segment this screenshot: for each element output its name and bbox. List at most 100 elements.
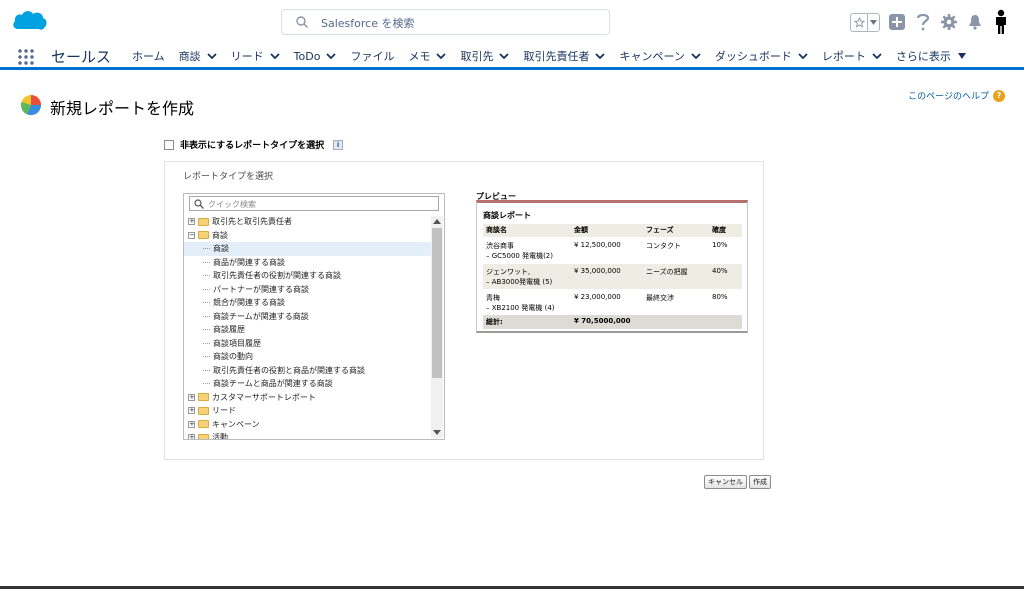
nav-item-label[interactable]: メモ — [408, 48, 430, 64]
chevron-down-icon[interactable] — [207, 52, 217, 60]
preview-header-row: 商談名 金額 フェーズ 確度 — [483, 224, 742, 237]
caret-down-icon[interactable] — [868, 14, 879, 31]
tree-scrollbar[interactable] — [431, 216, 443, 438]
expand-icon[interactable]: + — [188, 407, 195, 415]
tree-item-label[interactable]: 商談の動向 — [213, 351, 253, 362]
nav-item-label[interactable]: 商談 — [179, 48, 201, 64]
expand-icon[interactable]: + — [188, 434, 195, 439]
hidden-report-types-checkbox[interactable] — [164, 139, 174, 150]
nav-item[interactable]: 取引先 — [460, 48, 510, 64]
chevron-down-icon[interactable] — [326, 52, 337, 60]
chevron-down-icon[interactable] — [270, 52, 280, 60]
nav-item[interactable]: ファイル — [350, 48, 394, 64]
cancel-button[interactable]: キャンセル — [704, 475, 747, 489]
nav-item[interactable]: ToDo — [294, 50, 337, 63]
nav-item[interactable]: レポート — [822, 48, 882, 64]
nav-item-label[interactable]: さらに表示 — [896, 48, 951, 64]
chevron-down-icon[interactable] — [691, 52, 701, 60]
expand-icon[interactable]: + — [188, 393, 195, 401]
tree-item-label[interactable]: 商談 — [213, 243, 229, 254]
tree-item[interactable]: 商談チームが関連する商談 — [184, 310, 431, 324]
tree-item[interactable]: 競合が関連する商談 — [184, 296, 431, 310]
tree-item[interactable]: パートナーが関連する商談 — [184, 283, 431, 297]
quick-search-input[interactable]: クイック検索 — [189, 196, 439, 211]
tree-folder[interactable]: + リード — [184, 404, 431, 418]
avatar[interactable] — [992, 9, 1010, 35]
tree-folder[interactable]: + キャンペーン — [184, 418, 431, 432]
nav-item[interactable]: 商談 — [179, 48, 217, 64]
info-icon[interactable]: i — [333, 139, 344, 150]
nav-item-label[interactable]: リード — [231, 48, 264, 64]
tree-item[interactable]: 商談 — [184, 242, 431, 256]
collapse-icon[interactable]: − — [188, 231, 195, 239]
tree-folder[interactable]: + 取引先と取引先責任者 — [184, 215, 431, 229]
favorites-button[interactable] — [850, 12, 880, 32]
tree-folder[interactable]: − 商談 — [184, 229, 431, 243]
tree-item[interactable]: 商談チームと商品が関連する商談 — [184, 377, 431, 391]
nav-item-label[interactable]: ToDo — [294, 50, 321, 63]
nav-item-label[interactable]: 取引先 — [460, 48, 493, 64]
nav-item-label[interactable]: キャンペーン — [619, 48, 684, 64]
nav-item[interactable]: キャンペーン — [619, 48, 701, 64]
tree-item-label[interactable]: パートナーが関連する商談 — [213, 284, 309, 295]
tree-item-label[interactable]: 取引先責任者の役割と商品が関連する商談 — [213, 365, 365, 376]
scroll-up-arrow-icon[interactable] — [433, 219, 441, 224]
tree-item[interactable]: 取引先責任者の役割が関連する商談 — [184, 269, 431, 283]
help-icon[interactable] — [914, 13, 932, 31]
nav-item-label[interactable]: 取引先責任者 — [523, 48, 589, 64]
app-launcher-icon[interactable] — [18, 49, 34, 65]
tree-item-label[interactable]: 取引先責任者の役割が関連する商談 — [213, 270, 341, 281]
tree-item-label[interactable]: 商談項目履歴 — [213, 338, 261, 349]
nav-item[interactable]: リード — [231, 48, 280, 64]
scroll-down-arrow-icon[interactable] — [433, 430, 441, 435]
star-icon[interactable] — [851, 13, 868, 31]
tree-item-label[interactable]: リード — [212, 405, 236, 416]
nav-item[interactable]: さらに表示 — [896, 48, 967, 64]
tree-item[interactable]: 商談履歴 — [184, 323, 431, 337]
nav-item-label[interactable]: ホーム — [132, 48, 165, 64]
tree-item-label[interactable]: 商談 — [212, 230, 228, 241]
nav-item-label[interactable]: レポート — [822, 48, 866, 64]
tree-item[interactable]: 商品が関連する商談 — [184, 256, 431, 270]
tree-folder[interactable]: + 活動 — [184, 431, 431, 439]
preview-report-title: 商談レポート — [483, 211, 531, 220]
question-icon[interactable]: ? — [993, 89, 1005, 102]
chevron-down-icon[interactable] — [798, 52, 808, 60]
tree-item-label[interactable]: 商談チームが関連する商談 — [213, 311, 309, 322]
nav-item[interactable]: ダッシュボード — [715, 48, 808, 64]
global-search-input[interactable]: Salesforce を検索 — [281, 9, 610, 35]
tree-item-label[interactable]: 取引先と取引先責任者 — [212, 216, 292, 227]
chevron-down-icon[interactable] — [872, 52, 882, 60]
nav-item-label[interactable]: ファイル — [350, 48, 394, 64]
tree-folder[interactable]: + カスタマーサポートレポート — [184, 391, 431, 405]
chevron-down-icon[interactable] — [499, 52, 510, 60]
create-button[interactable]: 作成 — [749, 475, 771, 489]
chevron-down-icon[interactable] — [436, 52, 447, 60]
expand-icon[interactable]: + — [188, 218, 195, 226]
caret-down-icon[interactable] — [957, 52, 967, 60]
page-help-link[interactable]: このページのヘルプ ? — [908, 89, 1005, 102]
tree-item-label[interactable]: 活動 — [212, 432, 228, 439]
hidden-report-types-label[interactable]: 非表示にするレポートタイプを選択 — [180, 138, 324, 151]
tree-item[interactable]: 商談項目履歴 — [184, 337, 431, 351]
add-icon[interactable] — [888, 13, 906, 31]
tree-item[interactable]: 取引先責任者の役割と商品が関連する商談 — [184, 364, 431, 378]
tree-item-label[interactable]: 商品が関連する商談 — [213, 257, 285, 268]
nav-item[interactable]: メモ — [408, 48, 447, 64]
bell-icon[interactable] — [966, 13, 984, 31]
tree-item-label[interactable]: 商談履歴 — [213, 324, 245, 335]
tree-item-label[interactable]: キャンペーン — [212, 419, 260, 430]
nav-item[interactable]: ホーム — [132, 48, 165, 64]
scrollbar-thumb[interactable] — [432, 228, 442, 378]
expand-icon[interactable]: + — [188, 420, 195, 428]
nav-item-label[interactable]: ダッシュボード — [715, 48, 792, 64]
help-link-text[interactable]: このページのヘルプ — [908, 89, 989, 102]
tree-item-label[interactable]: 商談チームと商品が関連する商談 — [213, 378, 333, 389]
tree-item-label[interactable]: 競合が関連する商談 — [213, 297, 285, 308]
tree-item[interactable]: 商談の動向 — [184, 350, 431, 364]
gear-icon[interactable] — [940, 13, 958, 31]
salesforce-logo[interactable] — [12, 8, 48, 33]
chevron-down-icon[interactable] — [595, 52, 606, 60]
tree-item-label[interactable]: カスタマーサポートレポート — [212, 392, 316, 403]
nav-item[interactable]: 取引先責任者 — [523, 48, 606, 64]
